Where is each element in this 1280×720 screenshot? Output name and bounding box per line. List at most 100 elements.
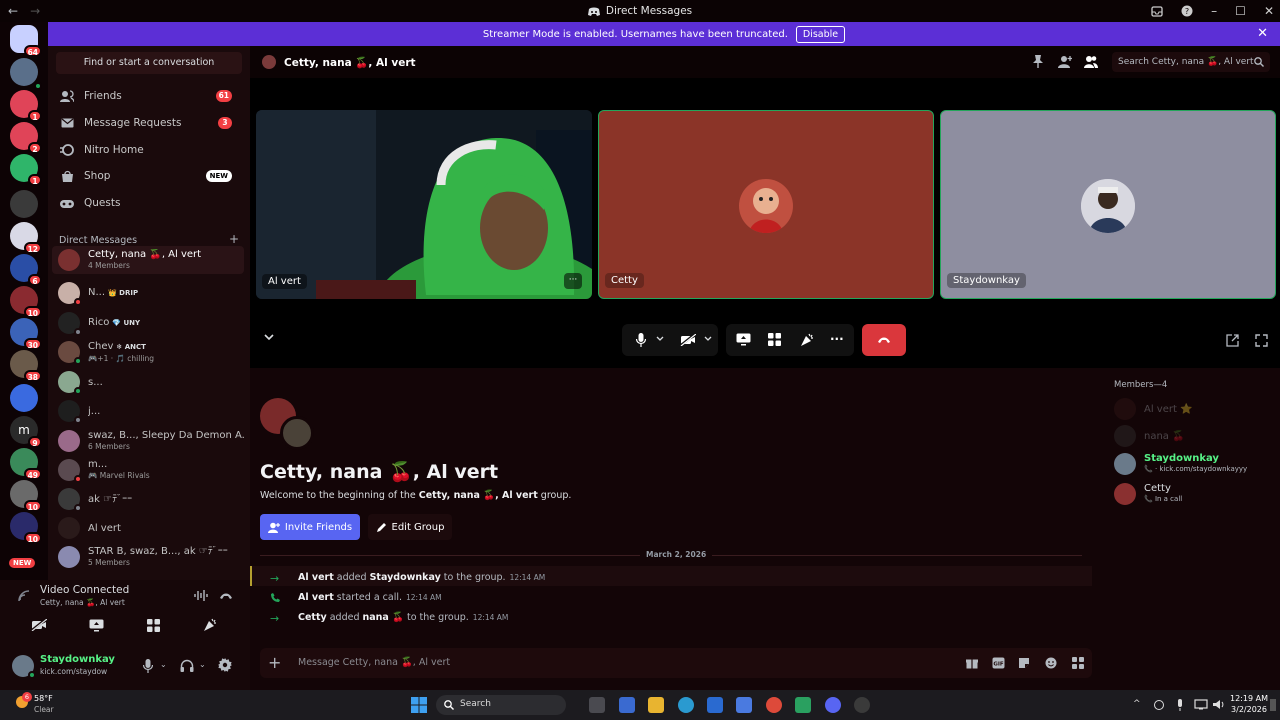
video-tile-cetty[interactable]: Cetty: [598, 110, 934, 299]
member-list-icon[interactable]: [1084, 55, 1098, 68]
avatar[interactable]: [12, 655, 36, 679]
windows-start-icon[interactable]: [411, 697, 427, 713]
popout-icon[interactable]: [1226, 334, 1239, 347]
video-tile-staydownkay[interactable]: Staydownkay: [940, 110, 1276, 299]
hang-up-button[interactable]: [862, 324, 906, 356]
server-icon[interactable]: 38: [10, 350, 42, 382]
dm-item[interactable]: m... 🎮 Marvel Rivals: [52, 456, 244, 484]
member-item[interactable]: Staydownkay 📞 · kick.com/staydownkayyy: [1114, 453, 1247, 475]
file-explorer-icon[interactable]: [648, 697, 664, 713]
screen-share-button[interactable]: [71, 616, 121, 634]
collapse-call-icon[interactable]: [264, 334, 274, 341]
dm-item[interactable]: STAR B, swaz, B..., ak ☞ﾃﾞｰｰ 5 Members: [52, 543, 244, 571]
volume-icon[interactable]: [1213, 699, 1225, 710]
notification-icon[interactable]: [1270, 699, 1276, 711]
camera-off-button[interactable]: [14, 616, 64, 634]
video-tile-al-vert[interactable]: Al vert ···: [256, 110, 592, 299]
connection-icon[interactable]: [18, 590, 30, 602]
invite-friends-button[interactable]: Invite Friends: [260, 514, 360, 540]
create-dm-button[interactable]: +: [229, 232, 239, 246]
dm-item[interactable]: N... 👑 DRIP: [52, 279, 244, 307]
screen-share-icon[interactable]: [736, 333, 751, 346]
server-icon[interactable]: 1: [10, 90, 42, 122]
microphone-icon[interactable]: [143, 659, 153, 673]
dm-item[interactable]: swaz, B..., Sleepy Da Demon A... 6 Member…: [52, 427, 244, 455]
nav-nitro-home[interactable]: Nitro Home: [52, 138, 244, 162]
search-input[interactable]: Search Cetty, nana 🍒, Al vert: [1112, 52, 1270, 72]
server-icon[interactable]: [10, 384, 38, 412]
chevron-down-icon[interactable]: [704, 336, 712, 342]
plus-icon[interactable]: +: [268, 653, 281, 672]
server-icon[interactable]: 10: [10, 512, 42, 544]
app-icon[interactable]: [736, 697, 752, 713]
task-view-icon[interactable]: [589, 697, 605, 713]
app-icon[interactable]: [619, 697, 635, 713]
close-window-button[interactable]: ✕: [1264, 4, 1274, 18]
maximize-button[interactable]: ☐: [1235, 4, 1246, 18]
server-icon[interactable]: 6: [10, 254, 42, 286]
server-icon[interactable]: 30: [10, 318, 42, 350]
tray-mic-icon[interactable]: [1176, 699, 1184, 711]
server-icon[interactable]: 10: [10, 480, 42, 512]
nav-quests[interactable]: Quests: [52, 191, 244, 215]
server-icon[interactable]: 12: [10, 222, 42, 254]
disconnect-icon[interactable]: [219, 592, 233, 600]
dm-item[interactable]: ak ☞ﾃﾞｰｰ: [52, 485, 244, 513]
microphone-icon[interactable]: [636, 333, 646, 347]
more-options-icon[interactable]: ···: [830, 332, 844, 346]
nav-friends[interactable]: Friends 61: [52, 84, 244, 108]
gift-icon[interactable]: [966, 657, 978, 669]
gear-icon[interactable]: [218, 658, 232, 672]
disable-streamer-mode-button[interactable]: Disable: [795, 25, 846, 43]
noise-suppression-icon[interactable]: [194, 590, 208, 601]
chevron-down-icon[interactable]: ⌄: [199, 660, 206, 669]
dm-item[interactable]: Cetty, nana 🍒, Al vert 4 Members: [52, 246, 244, 274]
server-icon[interactable]: 2: [10, 122, 42, 154]
dm-home-icon[interactable]: 64: [10, 25, 42, 57]
server-icon[interactable]: 10: [10, 286, 42, 318]
gif-icon[interactable]: GIF: [992, 657, 1005, 669]
nav-shop[interactable]: Shop NEW: [52, 164, 244, 188]
member-item[interactable]: nana 🍒: [1114, 425, 1185, 447]
tray-chevron-icon[interactable]: ^: [1133, 699, 1141, 709]
store-icon[interactable]: [707, 697, 723, 713]
server-icon[interactable]: 49: [10, 448, 42, 480]
dm-item[interactable]: j...: [52, 397, 244, 425]
tile-more-button[interactable]: ···: [564, 273, 582, 289]
dm-item[interactable]: Rico 💎 UNY: [52, 309, 244, 337]
find-conversation-button[interactable]: Find or start a conversation: [56, 52, 242, 74]
dm-item[interactable]: Al vert: [52, 514, 244, 542]
tray-app-icon[interactable]: [1154, 700, 1164, 710]
close-banner-icon[interactable]: ✕: [1257, 26, 1268, 41]
discord-taskbar-icon[interactable]: [825, 697, 841, 713]
activities-button[interactable]: [128, 616, 178, 634]
minimize-button[interactable]: –: [1211, 4, 1217, 18]
chevron-down-icon[interactable]: ⌄: [160, 660, 167, 669]
server-icon[interactable]: [10, 190, 38, 218]
soundboard-icon[interactable]: [800, 333, 814, 347]
dm-item[interactable]: Chev ❄ ANCT 🎮+1 · 🎵 chilling: [52, 338, 244, 366]
apps-icon[interactable]: [1072, 657, 1084, 669]
taskbar-search[interactable]: Search: [436, 695, 566, 715]
weather-widget[interactable]: 6: [12, 692, 32, 714]
app-icon[interactable]: [795, 697, 811, 713]
dm-item[interactable]: s...: [52, 368, 244, 396]
fullscreen-icon[interactable]: [1255, 334, 1268, 347]
sticker-icon[interactable]: [1018, 657, 1030, 669]
inbox-icon[interactable]: [1151, 5, 1163, 17]
edit-group-button[interactable]: Edit Group: [368, 514, 452, 540]
emoji-icon[interactable]: [1045, 657, 1057, 669]
headphones-icon[interactable]: [180, 659, 194, 672]
add-friends-icon[interactable]: [1058, 55, 1072, 68]
server-icon[interactable]: 1: [10, 154, 42, 186]
activities-icon[interactable]: [768, 333, 781, 346]
member-item[interactable]: Cetty 📞 In a call: [1114, 483, 1182, 505]
camera-off-icon[interactable]: [680, 334, 696, 346]
app-icon[interactable]: [854, 697, 870, 713]
edge-icon[interactable]: [678, 697, 694, 713]
member-item[interactable]: Al vert ⭐: [1114, 398, 1193, 420]
soundboard-button[interactable]: [185, 616, 235, 634]
nav-message-requests[interactable]: Message Requests 3: [52, 111, 244, 135]
network-icon[interactable]: [1194, 699, 1208, 710]
pin-icon[interactable]: [1032, 55, 1044, 68]
